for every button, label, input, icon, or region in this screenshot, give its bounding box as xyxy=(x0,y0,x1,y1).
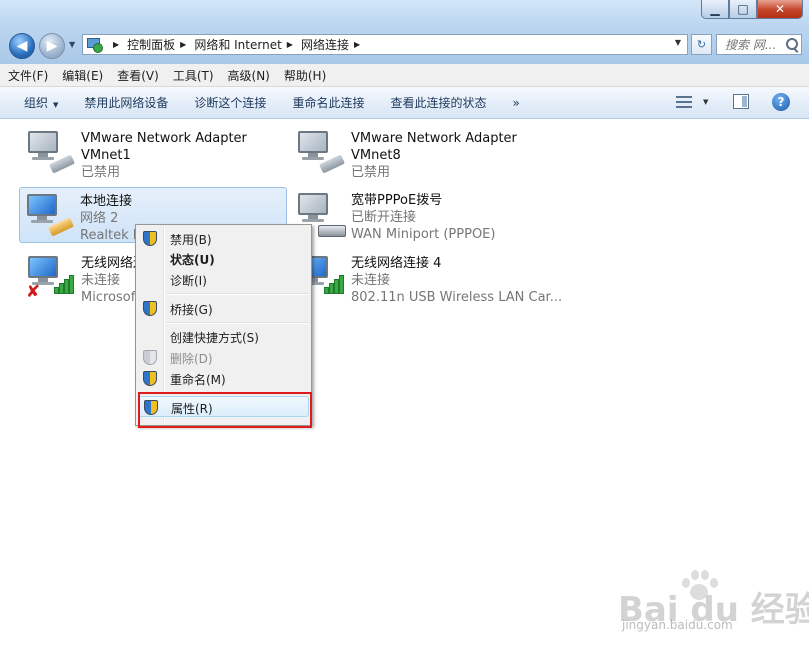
menu-file[interactable]: 文件(F) xyxy=(2,67,54,84)
menu-item-label: 状态(U) xyxy=(170,253,215,267)
menu-view[interactable]: 查看(V) xyxy=(111,67,165,84)
menu-item-status[interactable]: 状态(U) xyxy=(138,248,309,269)
connection-name: VMware Network Adapter xyxy=(351,131,517,146)
menu-bar: 文件(F) 编辑(E) 查看(V) 工具(T) 高级(N) 帮助(H) xyxy=(0,64,809,87)
recent-pages-dropdown-icon[interactable]: ▼ xyxy=(69,40,75,49)
organize-label: 组织 xyxy=(24,96,49,110)
uac-shield-icon xyxy=(143,350,157,365)
menu-item-label: 创建快捷方式(S) xyxy=(170,331,259,345)
breadcrumb-control-panel[interactable]: 控制面板 xyxy=(127,36,175,53)
menu-item-label: 禁用(B) xyxy=(170,233,212,247)
connection-device: WAN Miniport (PPPOE) xyxy=(351,227,496,242)
chevron-down-icon: ▼ xyxy=(53,101,59,109)
connection-status: 未连接 xyxy=(351,273,391,288)
forward-button[interactable]: ▶ xyxy=(39,33,65,59)
signal-bars-icon xyxy=(324,275,346,294)
network-adapter-icon xyxy=(25,192,75,240)
menu-item-disable[interactable]: 禁用(B) xyxy=(138,228,309,249)
connection-name: 宽带PPPoE拨号 xyxy=(351,193,443,208)
menu-edit[interactable]: 编辑(E) xyxy=(56,67,109,84)
menu-item-bridge[interactable]: 桥接(G) xyxy=(138,298,309,319)
title-bar: ▁ □ ✕ ◀ ▶ ▼ ▶ 控制面板 ▶ 网络和 Internet ▶ 网络连接… xyxy=(0,0,809,64)
watermark: Bai du 经验 jingyan.baidu.com xyxy=(612,568,809,640)
menu-item-diagnose[interactable]: 诊断(I) xyxy=(138,269,309,290)
diagnose-connection-button[interactable]: 诊断这个连接 xyxy=(181,94,279,111)
window-controls: ▁ □ ✕ xyxy=(701,0,803,20)
menu-separator xyxy=(166,293,309,295)
menu-tools[interactable]: 工具(T) xyxy=(167,67,220,84)
breadcrumb-network-internet[interactable]: 网络和 Internet xyxy=(194,36,281,53)
address-bar[interactable]: ▶ 控制面板 ▶ 网络和 Internet ▶ 网络连接 ▶ ▼ xyxy=(82,34,688,55)
help-icon[interactable]: ? xyxy=(772,93,790,111)
menu-item-label: 桥接(G) xyxy=(170,303,213,317)
menu-item-create-shortcut[interactable]: 创建快捷方式(S) xyxy=(138,326,309,347)
connection-status: 已禁用 xyxy=(81,165,121,180)
crumb-separator-icon[interactable]: ▶ xyxy=(180,40,186,49)
menu-item-label: 重命名(M) xyxy=(170,373,226,387)
rename-connection-button[interactable]: 重命名此连接 xyxy=(279,94,377,111)
connection-name: 无线网络连接 4 xyxy=(351,256,442,271)
more-commands-button[interactable]: » xyxy=(499,96,532,110)
wireless-adapter-icon: ✘ xyxy=(26,254,76,302)
connection-vmnet8[interactable]: VMware Network Adapter VMnet8 已禁用 xyxy=(291,125,559,180)
crumb-separator-icon[interactable]: ▶ xyxy=(287,40,293,49)
connection-name: VMware Network Adapter xyxy=(81,131,247,146)
connection-device: VMnet1 xyxy=(81,148,131,163)
connection-vmnet1[interactable]: VMware Network Adapter VMnet1 已禁用 xyxy=(21,125,289,180)
connection-wireless-4[interactable]: 无线网络连接 4 未连接 802.11n USB Wireless LAN Ca… xyxy=(291,250,563,305)
disable-device-button[interactable]: 禁用此网络设备 xyxy=(71,94,181,111)
view-options-dropdown-icon[interactable]: ▼ xyxy=(703,98,708,106)
menu-item-rename[interactable]: 重命名(M) xyxy=(138,368,309,389)
crumb-separator-icon[interactable]: ▶ xyxy=(113,40,119,49)
back-button[interactable]: ◀ xyxy=(9,33,35,59)
signal-bars-icon xyxy=(54,275,76,294)
network-adapter-icon xyxy=(296,129,346,177)
connection-device: 802.11n USB Wireless LAN Car... xyxy=(351,290,563,305)
network-adapter-icon xyxy=(26,129,76,177)
menu-help[interactable]: 帮助(H) xyxy=(278,67,332,84)
menu-item-delete[interactable]: 删除(D) xyxy=(138,347,309,368)
view-status-button[interactable]: 查看此连接的状态 xyxy=(377,94,499,111)
explorer-window: ▁ □ ✕ ◀ ▶ ▼ ▶ 控制面板 ▶ 网络和 Internet ▶ 网络连接… xyxy=(0,0,809,654)
uac-shield-icon xyxy=(143,231,157,246)
menu-separator xyxy=(166,322,309,324)
connection-device: VMnet8 xyxy=(351,148,401,163)
crumb-separator-icon[interactable]: ▶ xyxy=(354,40,360,49)
refresh-button[interactable]: ↻ xyxy=(691,34,712,55)
change-view-icon[interactable] xyxy=(676,95,692,109)
menu-item-label: 诊断(I) xyxy=(170,274,207,288)
network-folder-icon xyxy=(87,37,103,53)
address-dropdown-icon[interactable]: ▼ xyxy=(675,38,681,47)
uac-shield-icon xyxy=(143,301,157,316)
connection-name: 本地连接 xyxy=(80,194,133,209)
watermark-url: jingyan.baidu.com xyxy=(622,618,733,632)
menu-advanced[interactable]: 高级(N) xyxy=(222,67,276,84)
connection-status: 已禁用 xyxy=(351,165,391,180)
preview-pane-icon[interactable] xyxy=(733,94,749,109)
minimize-button[interactable]: ▁ xyxy=(701,0,729,19)
disconnected-x-icon: ✘ xyxy=(26,282,41,302)
maximize-button[interactable]: □ xyxy=(729,0,757,19)
breadcrumb-network-connections[interactable]: 网络连接 xyxy=(301,36,349,53)
uac-shield-icon xyxy=(143,371,157,386)
connection-pppoe[interactable]: 宽带PPPoE拨号 已断开连接 WAN Miniport (PPPOE) xyxy=(291,187,559,242)
menu-item-label: 删除(D) xyxy=(170,352,213,366)
search-icon[interactable] xyxy=(786,38,798,50)
organize-button[interactable]: 组织 ▼ xyxy=(0,94,71,111)
highlight-box xyxy=(138,392,312,428)
connection-status: 已断开连接 xyxy=(351,210,417,225)
close-button[interactable]: ✕ xyxy=(757,0,803,19)
